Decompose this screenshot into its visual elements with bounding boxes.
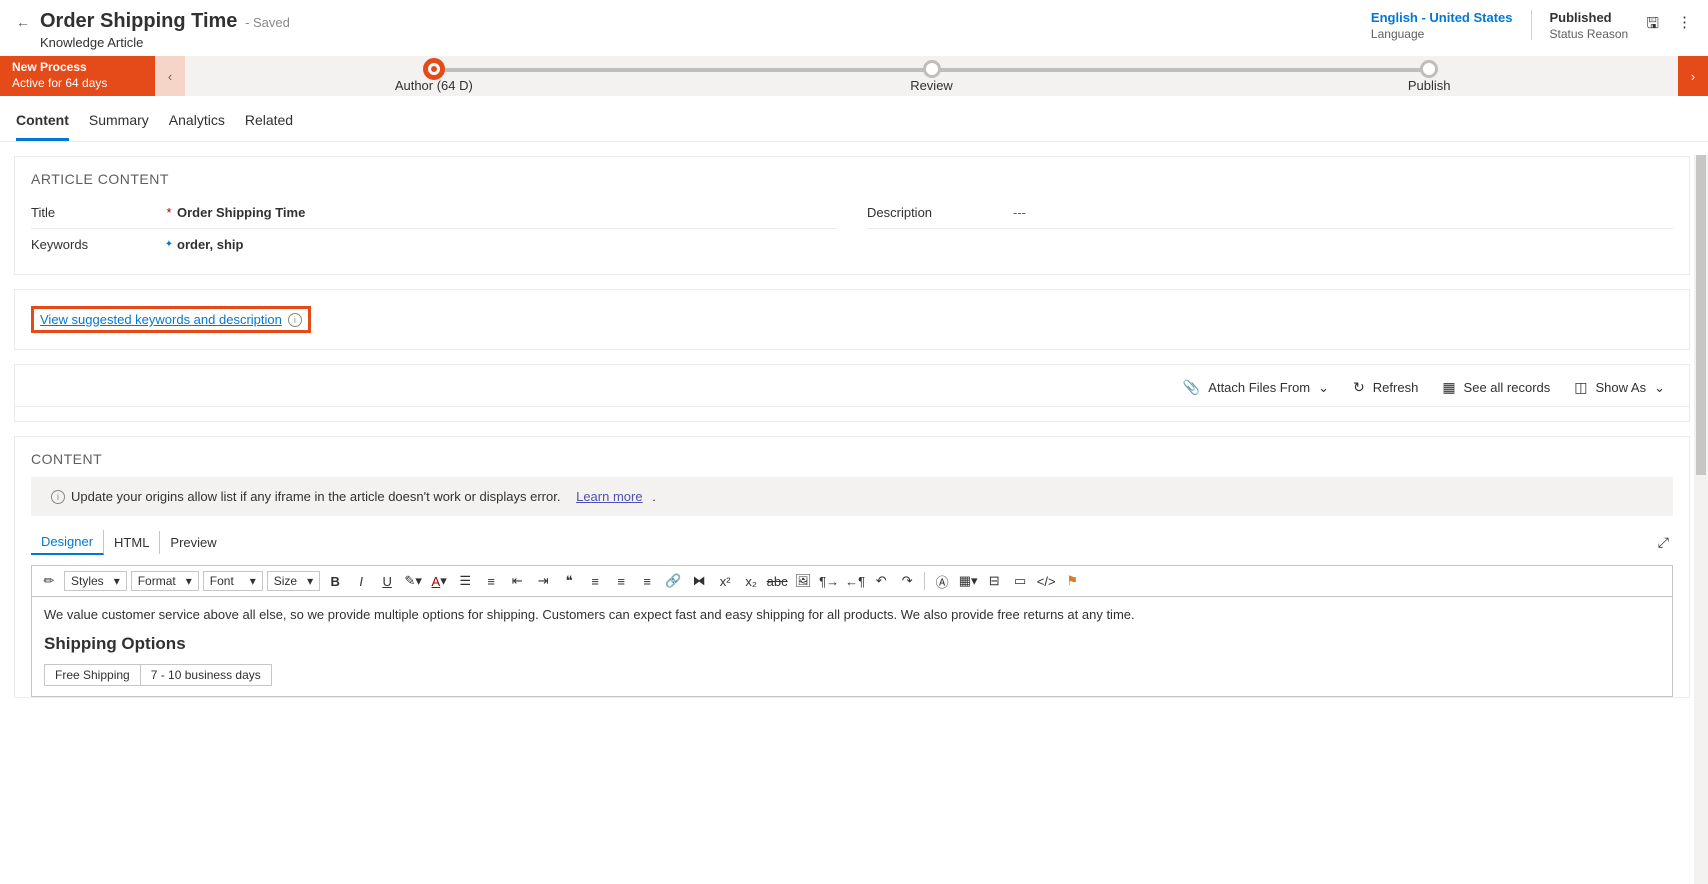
process-prev-button[interactable]: ‹: [155, 56, 185, 96]
page-title: Order Shipping Time: [40, 10, 237, 32]
language-value[interactable]: English - United States: [1371, 10, 1513, 25]
scrollbar-thumb[interactable]: [1696, 155, 1706, 475]
editor-tab-preview[interactable]: Preview: [160, 531, 226, 554]
bold-icon[interactable]: B: [324, 570, 346, 592]
layout-icon: ◫: [1574, 379, 1587, 396]
description-input[interactable]: ---: [1013, 205, 1673, 220]
blockquote-icon[interactable]: ❝: [558, 570, 580, 592]
align-right-icon[interactable]: ≡: [636, 570, 658, 592]
editor-content-area[interactable]: We value customer service above all else…: [32, 597, 1672, 696]
tab-analytics[interactable]: Analytics: [169, 106, 225, 141]
highlight-icon[interactable]: ✎▾: [402, 570, 424, 592]
format-dropdown[interactable]: Format▾: [131, 571, 199, 591]
source-icon[interactable]: </>: [1035, 570, 1057, 592]
ltr-icon[interactable]: ¶→: [818, 570, 840, 592]
strikethrough-icon[interactable]: abc: [766, 570, 788, 592]
title-label: Title: [31, 205, 161, 220]
attach-files-button[interactable]: 📎 Attach Files From ⌄: [1183, 379, 1329, 396]
table-icon[interactable]: ▦▾: [957, 570, 979, 592]
number-list-icon[interactable]: ≡: [480, 570, 502, 592]
link-icon[interactable]: 🔗: [662, 570, 684, 592]
flag-icon[interactable]: ⚑: [1061, 570, 1083, 592]
editor-toolbar: ✏ Styles▾ Format▾ Font▾ Size▾ B I U ✎▾ A…: [32, 566, 1672, 597]
info-icon[interactable]: i: [288, 313, 302, 327]
process-tag[interactable]: New Process Active for 64 days: [0, 56, 155, 96]
refresh-icon: ↻: [1353, 379, 1365, 396]
divider: [1531, 10, 1532, 40]
required-icon: *: [161, 205, 177, 220]
stage-author[interactable]: Author (64 D): [185, 60, 683, 93]
saved-state: - Saved: [245, 15, 290, 30]
shipping-options-heading: Shipping Options: [44, 634, 1660, 654]
process-duration: Active for 64 days: [12, 76, 143, 92]
status-label: Status Reason: [1550, 27, 1629, 41]
language-label: Language: [1371, 27, 1513, 41]
italic-icon[interactable]: I: [350, 570, 372, 592]
status-value: Published: [1550, 10, 1629, 25]
outdent-icon[interactable]: ⇤: [506, 570, 528, 592]
suggest-highlight: View suggested keywords and description …: [31, 306, 311, 333]
save-icon[interactable]: 🖫: [1646, 10, 1659, 38]
title-input[interactable]: Order Shipping Time: [177, 205, 837, 220]
refresh-button[interactable]: ↻ Refresh: [1353, 379, 1418, 396]
stage-dot-active-icon: [423, 58, 445, 80]
table-cell: 7 - 10 business days: [140, 665, 271, 686]
see-all-records-button[interactable]: ▦ See all records: [1442, 379, 1550, 396]
format-painter-icon[interactable]: ✏: [38, 570, 60, 592]
keywords-input[interactable]: order, ship: [177, 237, 837, 252]
rtl-icon[interactable]: ←¶: [844, 570, 866, 592]
table-cell: Free Shipping: [45, 665, 141, 686]
expand-icon[interactable]: ⤢: [1654, 530, 1673, 555]
section-title-content: CONTENT: [31, 451, 1673, 467]
recommended-icon: ✦: [161, 239, 177, 250]
undo-icon[interactable]: ↶: [870, 570, 892, 592]
more-icon[interactable]: ⋮: [1677, 10, 1692, 31]
tab-related[interactable]: Related: [245, 106, 293, 141]
intro-text: We value customer service above all else…: [44, 607, 1660, 622]
indent-icon[interactable]: ⇥: [532, 570, 554, 592]
font-color-icon[interactable]: A▾: [428, 570, 450, 592]
unlink-icon[interactable]: ⧓: [688, 570, 710, 592]
entity-subtitle: Knowledge Article: [40, 35, 1371, 50]
banner-text: Update your origins allow list if any if…: [71, 489, 560, 504]
keywords-label: Keywords: [31, 237, 161, 252]
image-icon[interactable]: 🖼: [792, 570, 814, 592]
show-as-button[interactable]: ◫ Show As ⌄: [1574, 379, 1665, 396]
description-label: Description: [867, 205, 997, 220]
stage-publish[interactable]: Publish: [1180, 60, 1678, 93]
grid-icon: ▦: [1442, 379, 1455, 396]
underline-icon[interactable]: U: [376, 570, 398, 592]
stage-review[interactable]: Review: [683, 60, 1181, 93]
clear-format-icon[interactable]: Ⓐ: [931, 570, 953, 592]
chevron-down-icon: ⌄: [1318, 380, 1329, 396]
editor-tab-html[interactable]: HTML: [104, 531, 160, 554]
embed-icon[interactable]: ▭: [1009, 570, 1031, 592]
shipping-table: Free Shipping 7 - 10 business days: [44, 664, 272, 686]
size-dropdown[interactable]: Size▾: [267, 571, 320, 591]
bullet-list-icon[interactable]: ☰: [454, 570, 476, 592]
subscript-icon[interactable]: x₂: [740, 570, 762, 592]
align-left-icon[interactable]: ≡: [584, 570, 606, 592]
paperclip-icon: 📎: [1183, 379, 1200, 396]
stage-dot-icon: [1420, 60, 1438, 78]
superscript-icon[interactable]: x²: [714, 570, 736, 592]
process-name: New Process: [12, 60, 143, 76]
tab-content[interactable]: Content: [16, 106, 69, 141]
stage-dot-icon: [923, 60, 941, 78]
editor-tab-designer[interactable]: Designer: [31, 530, 104, 555]
redo-icon[interactable]: ↷: [896, 570, 918, 592]
section-title-article: ARTICLE CONTENT: [31, 171, 1673, 187]
vertical-scrollbar[interactable]: [1694, 155, 1708, 884]
font-dropdown[interactable]: Font▾: [203, 571, 263, 591]
learn-more-link[interactable]: Learn more: [576, 489, 642, 504]
chevron-down-icon: ⌄: [1654, 380, 1665, 396]
process-next-button[interactable]: ›: [1678, 56, 1708, 96]
tab-summary[interactable]: Summary: [89, 106, 149, 141]
info-icon: i: [51, 490, 65, 504]
align-center-icon[interactable]: ≡: [610, 570, 632, 592]
collapse-icon[interactable]: ⊟: [983, 570, 1005, 592]
styles-dropdown[interactable]: Styles▾: [64, 571, 127, 591]
view-suggested-link[interactable]: View suggested keywords and description: [40, 312, 282, 327]
back-button[interactable]: ←: [16, 14, 30, 30]
